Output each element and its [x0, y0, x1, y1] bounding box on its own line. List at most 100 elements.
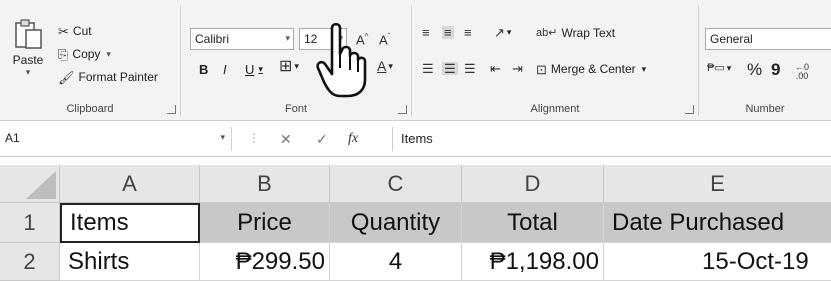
alignment-group-label: Alignment [530, 103, 580, 115]
name-box-dropdown-icon[interactable]: ▾ [220, 132, 225, 143]
column-header-c[interactable]: C [330, 165, 462, 203]
merge-center-label: Merge & Center [550, 62, 636, 76]
column-header-d[interactable]: D [462, 165, 604, 203]
more-options-icon: ⋮ [248, 131, 260, 145]
merge-center-button[interactable]: ⊡ Merge & Center ▾ [536, 62, 646, 76]
font-name-value: Calibri [195, 32, 230, 46]
copy-icon: ⎘ [58, 46, 69, 62]
copy-button[interactable]: ⎘ Copy ▾ [58, 47, 111, 61]
column-header-e[interactable]: E [604, 165, 831, 203]
wrap-text-icon: ab↵ [536, 26, 558, 39]
comma-label: 9 [771, 60, 781, 79]
cell-e2[interactable]: 15-Oct-19 [604, 243, 831, 281]
cell-a1[interactable]: Items [60, 203, 200, 243]
grid-gap [0, 157, 831, 165]
accounting-format-button[interactable]: ₱▭ ▾ [707, 62, 731, 75]
cell-b1[interactable]: Price [200, 203, 330, 243]
cell-d1[interactable]: Total [462, 203, 604, 243]
font-name-dropdown-icon[interactable]: ▾ [285, 33, 290, 44]
alignment-group: ≡ ≡ ≡ ↗ ▾ ab↵ Wrap Text ☰ ☰ ☰ ⇤ ⇥ ⊡ Merg… [412, 0, 698, 121]
spreadsheet-grid: A B C D E 1 2 Items Price Quantity Total… [0, 157, 831, 281]
align-right-button[interactable]: ☰ [464, 62, 476, 75]
font-group: Calibri ▾ 12 ▾ A^ Aˇ B I U ▾ ⊞ ▾ A ▾ [181, 0, 411, 121]
font-color-dropdown-icon[interactable]: ▾ [388, 61, 393, 72]
copy-label: Copy [72, 47, 101, 61]
number-group: General ₱▭ ▾ % 9 ←0.00 Number [699, 0, 831, 121]
orientation-button[interactable]: ↗ ▾ [494, 26, 511, 39]
underline-dropdown-icon[interactable]: ▾ [258, 64, 263, 75]
clipboard-group-label: Clipboard [66, 103, 114, 115]
cut-label: Cut [72, 24, 92, 38]
merge-center-icon: ⊡ [536, 61, 547, 77]
cancel-icon[interactable]: ✕ [280, 131, 292, 148]
align-left-button[interactable]: ☰ [422, 62, 434, 75]
bold-button[interactable]: B [199, 62, 208, 77]
column-header-a[interactable]: A [60, 165, 200, 203]
align-middle-button[interactable]: ≡ [442, 26, 454, 39]
align-top-icon: ≡ [422, 25, 430, 40]
cell-d2[interactable]: ₱1,198.00 [462, 243, 604, 281]
wrap-text-button[interactable]: ab↵ Wrap Text [536, 26, 615, 40]
underline-label: U [245, 62, 255, 77]
percent-style-button[interactable]: % [747, 60, 762, 80]
font-launcher-icon[interactable] [398, 105, 407, 114]
cell-e1[interactable]: Date Purchased [604, 203, 831, 243]
format-painter-label: Format Painter [78, 70, 158, 84]
paste-icon [13, 18, 43, 53]
merge-center-dropdown-icon[interactable]: ▾ [642, 64, 647, 75]
increase-decimal-icon: ←0.00 [795, 62, 810, 81]
font-color-icon: A [377, 58, 387, 74]
align-top-button[interactable]: ≡ [422, 26, 430, 39]
clipboard-launcher-icon[interactable] [167, 105, 176, 114]
paste-button[interactable]: Paste ▾ [6, 18, 50, 78]
number-group-label: Number [745, 103, 785, 115]
bold-label: B [199, 62, 209, 77]
select-all-button[interactable] [0, 165, 60, 203]
italic-label: I [223, 62, 227, 77]
row-header-2[interactable]: 2 [0, 243, 60, 281]
format-painter-icon: 🖌 [58, 69, 75, 85]
align-middle-icon: ≡ [444, 25, 452, 40]
font-name-select[interactable]: Calibri ▾ [190, 28, 294, 50]
decrease-font-size-button[interactable]: Aˇ [379, 30, 390, 46]
font-group-label: Font [284, 103, 307, 115]
enter-icon[interactable]: ✓ [316, 131, 328, 148]
number-format-select[interactable]: General [705, 28, 831, 50]
insert-function-button[interactable]: fx [348, 131, 358, 147]
borders-icon: ⊞ [279, 58, 293, 75]
percent-label: % [747, 60, 763, 79]
alignment-launcher-icon[interactable] [685, 105, 694, 114]
copy-dropdown-icon[interactable]: ▾ [106, 49, 111, 60]
align-bottom-button[interactable]: ≡ [464, 26, 472, 39]
row-header-1[interactable]: 1 [0, 203, 60, 243]
cell-c1[interactable]: Quantity [330, 203, 462, 243]
paste-dropdown-icon[interactable]: ▾ [26, 67, 31, 78]
borders-button[interactable]: ⊞ ▾ [279, 58, 299, 75]
align-right-icon: ☰ [464, 61, 476, 76]
align-bottom-icon: ≡ [464, 25, 472, 40]
increase-indent-button[interactable]: ⇥ [512, 62, 523, 75]
align-center-button[interactable]: ☰ [442, 62, 458, 75]
underline-button[interactable]: U ▾ [245, 62, 263, 77]
cut-button[interactable]: ✂ Cut [58, 24, 92, 38]
orientation-dropdown-icon[interactable]: ▾ [507, 27, 512, 38]
cell-b2[interactable]: ₱299.50 [200, 243, 330, 281]
formula-bar: A1 ▾ ⋮ ✕ ✓ fx Items [0, 121, 831, 157]
italic-button[interactable]: I [223, 62, 227, 77]
name-box[interactable]: A1 ▾ [0, 127, 232, 151]
column-header-b[interactable]: B [200, 165, 330, 203]
borders-dropdown-icon[interactable]: ▾ [294, 61, 299, 72]
font-color-button[interactable]: A ▾ [377, 58, 393, 74]
formula-input[interactable]: Items [392, 127, 831, 151]
number-format-value: General [710, 32, 753, 46]
accounting-icon: ₱▭ [707, 62, 725, 74]
accounting-dropdown-icon[interactable]: ▾ [727, 63, 732, 74]
cell-a2[interactable]: Shirts [60, 243, 200, 281]
comma-style-button[interactable]: 9 [771, 60, 780, 80]
format-painter-button[interactable]: 🖌 Format Painter [58, 70, 158, 84]
name-box-value: A1 [5, 131, 20, 145]
decrease-indent-button[interactable]: ⇤ [490, 62, 501, 75]
cut-icon: ✂ [58, 23, 69, 39]
increase-decimal-button[interactable]: ←0.00 [795, 63, 809, 81]
cell-c2[interactable]: 4 [330, 243, 462, 281]
